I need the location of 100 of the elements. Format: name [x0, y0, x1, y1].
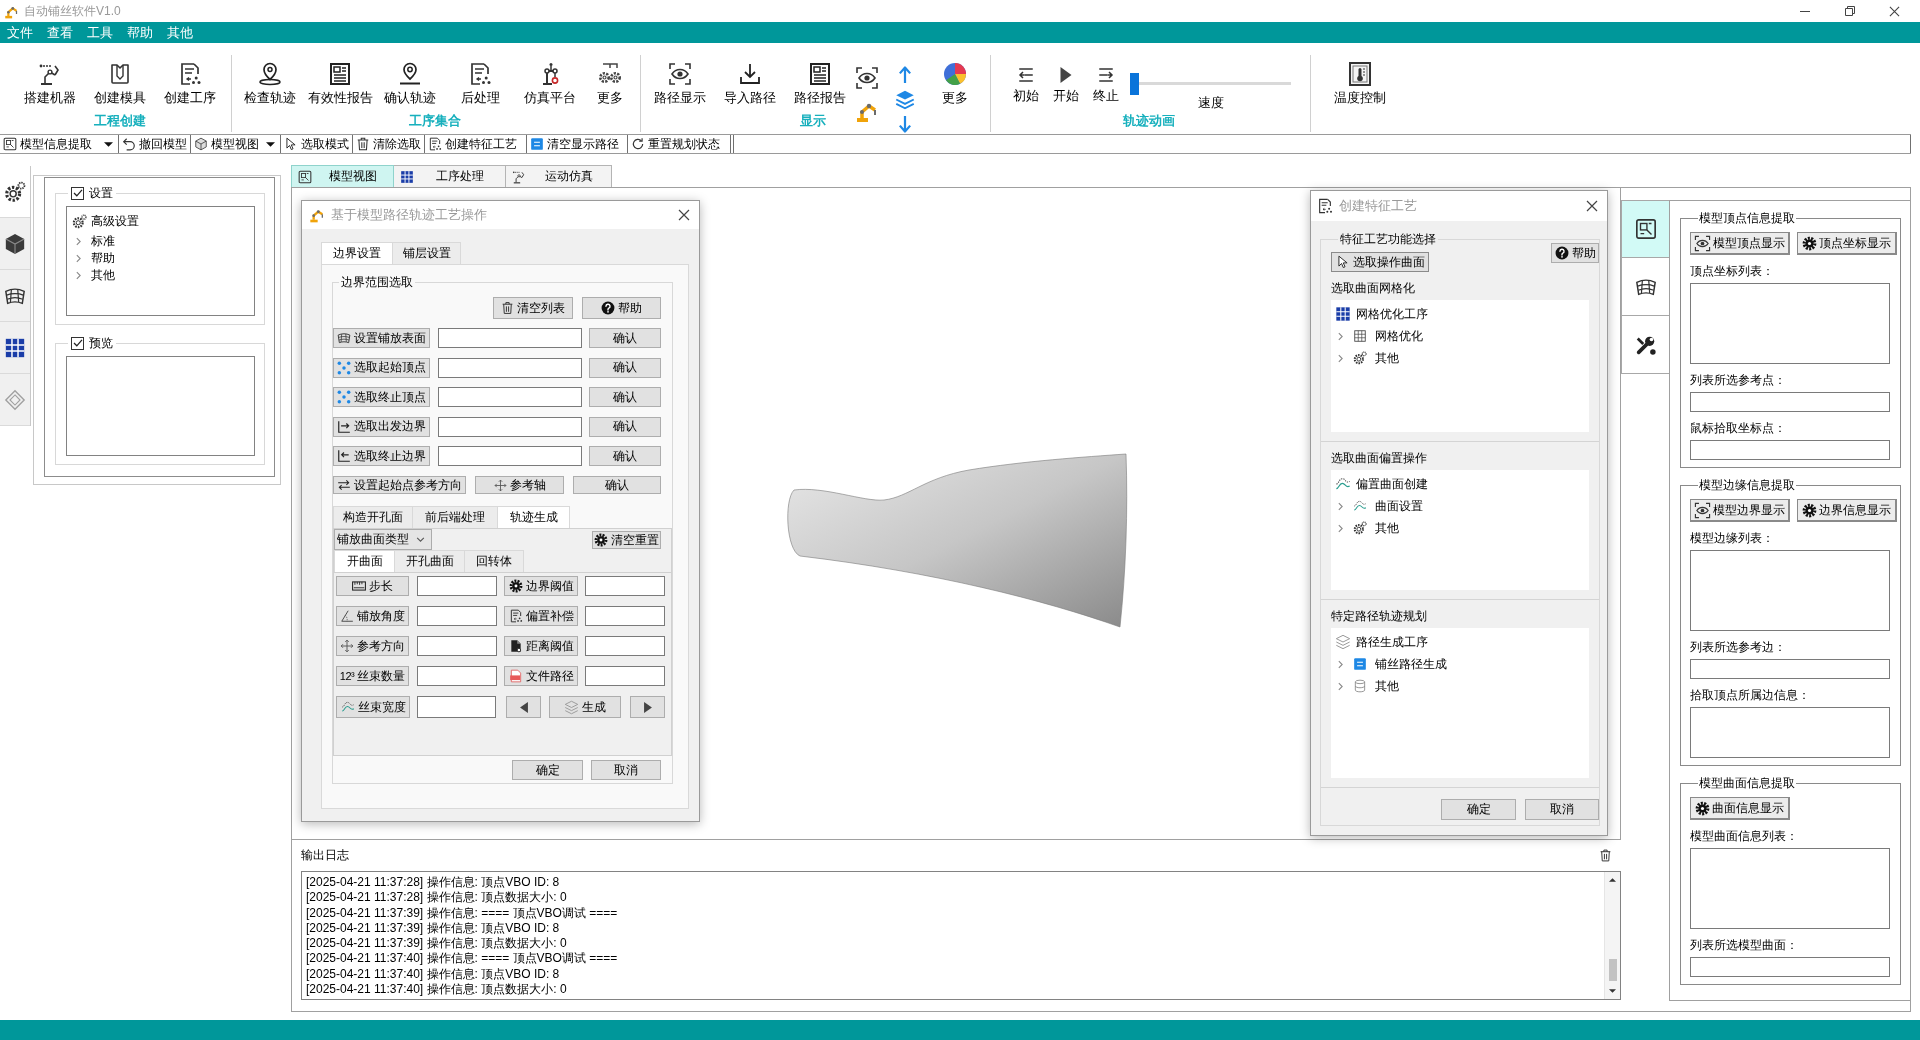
tree-item[interactable]: 高级设置 [67, 209, 254, 233]
parameter-button[interactable]: 距离阈值 [504, 636, 578, 656]
tab[interactable]: 开曲面 [334, 550, 395, 572]
parameter-button[interactable]: 铺放角度 [336, 606, 409, 626]
confirm-button[interactable]: 确认 [589, 357, 661, 378]
tab[interactable]: 工序处理 [394, 165, 506, 187]
ribbon-button[interactable]: 创建模具 [85, 43, 155, 111]
parameter-button[interactable]: 12³ 丝束数量 [336, 666, 409, 686]
tree-item[interactable]: 偏置曲面创建 [1331, 473, 1589, 495]
confirm-button[interactable]: 确认 [589, 328, 661, 348]
show-button[interactable]: 模型顶点显示 [1690, 232, 1790, 255]
checkbox[interactable] [71, 336, 84, 350]
pick-button[interactable]: 选取起始顶点 [333, 357, 430, 378]
list-box[interactable] [1690, 283, 1890, 364]
minimize-icon[interactable] [1799, 10, 1810, 12]
side-tab[interactable] [1621, 200, 1669, 258]
cancel-button[interactable]: 取消 [591, 760, 661, 780]
text-field[interactable] [1690, 659, 1890, 679]
text-field[interactable] [437, 328, 582, 348]
tree-item[interactable]: 标准 [67, 233, 254, 250]
toolbar-button[interactable]: 创建特征工艺 [425, 135, 527, 153]
cancel-button[interactable]: 取消 [1525, 799, 1599, 820]
side-tab[interactable] [1621, 258, 1669, 316]
parameter-button[interactable]: 参考方向 [336, 636, 409, 656]
close-icon[interactable] [1586, 200, 1598, 212]
text-field[interactable] [585, 666, 665, 686]
previous-button[interactable] [506, 696, 541, 718]
tree-item[interactable]: 路径生成工序 [1331, 631, 1589, 653]
toolbar-button[interactable]: 模型信息提取 [0, 135, 119, 153]
ribbon-button[interactable]: 后处理 [445, 43, 515, 111]
side-tab[interactable] [0, 166, 30, 218]
text-field[interactable] [585, 606, 665, 626]
eye-icon[interactable] [855, 66, 879, 90]
menu-item[interactable]: 文件 [0, 22, 40, 43]
show-button[interactable]: 模型边界显示 [1690, 499, 1790, 522]
scroll-down-icon[interactable] [1609, 989, 1616, 993]
parameter-button[interactable]: 边界阈值 [504, 576, 578, 596]
tree-item[interactable]: 其他 [1331, 675, 1589, 697]
menu-item[interactable]: 工具 [80, 22, 120, 43]
text-field[interactable] [1690, 392, 1890, 412]
pick-button[interactable]: 设置铺放表面 [333, 328, 430, 348]
menu-item[interactable]: 其他 [160, 22, 200, 43]
restore-icon[interactable] [1844, 6, 1855, 16]
show-button[interactable]: 曲面信息显示 [1690, 797, 1790, 820]
dropdown[interactable]: 铺放曲面类型 [334, 529, 432, 550]
text-field[interactable] [417, 696, 496, 718]
pick-button[interactable]: 选取出发边界 [333, 416, 430, 437]
help-button[interactable]: 帮助 [582, 297, 661, 319]
layers-icon[interactable] [894, 89, 916, 110]
ribbon-button[interactable]: 终止 [1086, 43, 1126, 111]
show-button[interactable]: 边界信息显示 [1797, 499, 1897, 522]
tab[interactable]: 模型视图 [291, 165, 394, 187]
text-field[interactable] [437, 387, 582, 407]
ribbon-button[interactable]: 开始 [1046, 43, 1086, 111]
select-surface-button[interactable]: 选取操作曲面 [1331, 252, 1429, 272]
ribbon-button[interactable]: 路径显示 [645, 43, 715, 111]
ribbon-button[interactable]: 路径报告 [785, 43, 855, 111]
confirm-button[interactable]: 确认 [589, 416, 661, 437]
toolbar-button[interactable]: 模型视图 [191, 135, 281, 153]
tab[interactable]: 轨迹生成 [498, 506, 570, 528]
clear-list-button[interactable]: 清空列表 [493, 297, 573, 319]
tab[interactable]: 铺层设置 [393, 242, 461, 264]
help-button[interactable]: 帮助 [1551, 243, 1599, 263]
generate-button[interactable]: 生成 [549, 696, 621, 718]
menu-item[interactable]: 查看 [40, 22, 80, 43]
tree-item[interactable]: 其他 [1331, 347, 1589, 369]
tree-item[interactable]: 网格优化工序 [1331, 303, 1589, 325]
side-tab[interactable] [1621, 316, 1669, 374]
ribbon-button[interactable]: 更多 [930, 43, 980, 111]
toolbar-button[interactable]: 清除选取 [353, 135, 425, 153]
slider-thumb[interactable] [1130, 73, 1139, 95]
parameter-button[interactable]: 步长 [336, 576, 409, 596]
ribbon-button[interactable]: 仿真平台 [515, 43, 585, 111]
confirm-button[interactable]: 确认 [589, 387, 661, 407]
list-box[interactable] [1690, 550, 1890, 631]
tree-item[interactable]: 其他 [67, 267, 254, 284]
tree-item[interactable]: 其他 [1331, 517, 1589, 539]
pick-button[interactable]: 选取终止边界 [333, 446, 430, 466]
pick-button[interactable]: 选取终止顶点 [333, 387, 430, 407]
trash-icon[interactable] [1599, 848, 1612, 863]
tab[interactable]: 边界设置 [321, 242, 393, 264]
reset-button[interactable]: 清空重置 [592, 531, 661, 549]
text-field[interactable] [1690, 440, 1890, 460]
checkbox[interactable] [71, 186, 84, 200]
tab[interactable]: 开孔曲面 [395, 550, 465, 572]
ribbon-button[interactable]: 检查轨迹 [235, 43, 305, 111]
ribbon-button[interactable]: 搭建机器 [15, 43, 85, 111]
text-field[interactable] [1690, 957, 1890, 977]
arrow-down-icon[interactable] [899, 116, 911, 133]
list-box[interactable] [1690, 707, 1890, 758]
confirm-button[interactable]: 确认 [589, 446, 661, 466]
scrollbar-thumb[interactable] [1608, 959, 1617, 981]
text-field[interactable] [417, 666, 497, 686]
text-field[interactable] [437, 416, 582, 437]
close-icon[interactable] [1889, 5, 1900, 17]
ok-button[interactable]: 确定 [512, 760, 583, 780]
close-icon[interactable] [678, 209, 690, 221]
ribbon-button[interactable]: 更多 [585, 43, 635, 111]
ribbon-button[interactable]: 有效性报告 [305, 43, 375, 111]
toolbar-button[interactable]: 撤回模型 [119, 135, 191, 153]
